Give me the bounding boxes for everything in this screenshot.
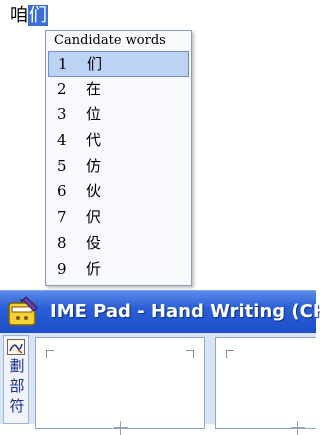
candidate-number: 1	[58, 55, 68, 73]
handwriting-pane-1[interactable]	[35, 337, 205, 435]
candidate-number: 5	[57, 156, 67, 175]
candidate-character: 仿	[86, 156, 102, 175]
pane-center-crosshair-icon	[291, 421, 305, 435]
candidate-character: 们	[87, 55, 103, 73]
ime-pad-app-icon	[8, 296, 38, 326]
composition-selected-text[interactable]: 们	[28, 5, 48, 26]
handwriting-pane-2[interactable]	[215, 337, 316, 435]
candidate-character: 伙	[86, 182, 102, 201]
ime-pad-titlebar[interactable]: IME Pad - Hand Writing (CH)	[0, 290, 320, 333]
candidate-character: 伇	[86, 233, 102, 252]
candidate-number: 8	[57, 233, 67, 252]
candidate-item-4[interactable]: 4 代	[48, 128, 189, 154]
candidate-item-2[interactable]: 2 在	[48, 77, 189, 103]
pane-corner-mark	[226, 350, 234, 358]
candidate-number: 9	[57, 259, 67, 278]
candidate-number: 6	[57, 182, 67, 201]
candidate-number: 3	[57, 105, 67, 124]
candidate-character: 位	[86, 105, 102, 124]
stroke-count-button[interactable]: 劃	[4, 356, 30, 376]
candidate-window-header: Candidate words	[54, 33, 166, 48]
ime-pad-side-toolbar: 劃 部 符	[3, 335, 29, 424]
candidate-item-9[interactable]: 9 伒	[48, 257, 189, 283]
candidate-item-3[interactable]: 3 位	[48, 102, 189, 128]
candidate-character: 代	[86, 131, 102, 150]
pane-corner-mark	[186, 350, 194, 358]
pane-corner-mark	[46, 350, 54, 358]
pane-center-crosshair-icon	[114, 421, 128, 435]
symbol-button[interactable]: 符	[4, 396, 30, 416]
candidate-number: 7	[57, 208, 67, 227]
candidate-list: 1 们 2 在 3 位 4 代 5 仿 6 伙 7 伬 8 伇 9 伒	[48, 51, 189, 282]
handwriting-tool-icon[interactable]	[7, 339, 25, 355]
candidate-item-1[interactable]: 1 们	[48, 51, 189, 77]
candidate-character: 在	[86, 79, 102, 98]
ime-pad-side-labels: 劃 部 符	[4, 356, 30, 416]
ime-pad-window: IME Pad - Hand Writing (CH) 劃 部 符	[0, 290, 320, 435]
candidate-item-7[interactable]: 7 伬	[48, 205, 189, 231]
candidate-number: 2	[57, 79, 67, 98]
ime-pad-title: IME Pad - Hand Writing (CH)	[50, 301, 320, 322]
composition-string: 咱们	[10, 5, 48, 27]
candidate-item-8[interactable]: 8 伇	[48, 231, 189, 257]
candidate-character: 伬	[86, 208, 102, 227]
candidate-item-6[interactable]: 6 伙	[48, 179, 189, 205]
radical-button[interactable]: 部	[4, 376, 30, 396]
candidate-item-5[interactable]: 5 仿	[48, 154, 189, 180]
candidate-number: 4	[57, 131, 67, 150]
candidate-character: 伒	[86, 259, 102, 278]
candidate-window: Candidate words 1 们 2 在 3 位 4 代 5 仿 6 伙 …	[45, 30, 192, 286]
ime-pad-body: 劃 部 符	[0, 333, 316, 435]
composition-committed-text: 咱	[10, 5, 28, 26]
